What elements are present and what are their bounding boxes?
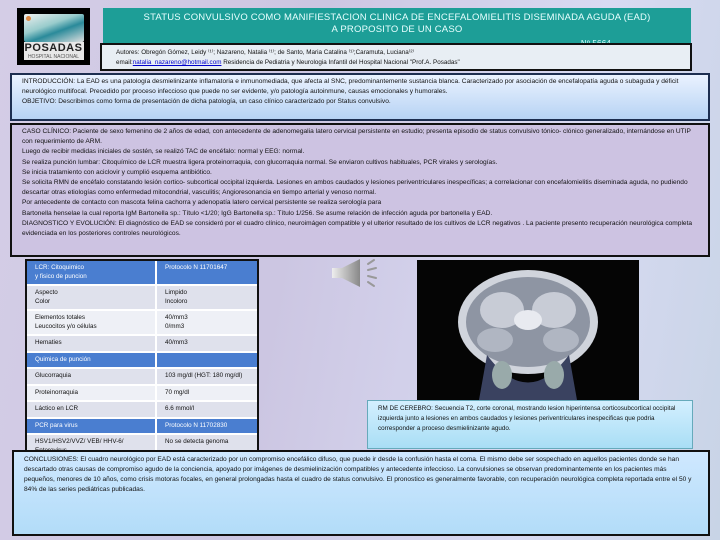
email-link[interactable]: natalia_nazareno@hotmail.com [133,59,222,66]
table-cell-parameter: PCR para virus [27,418,157,433]
affiliation: Residencia de Pediatria y Neurologia Inf… [221,58,460,66]
table-cell-parameter: Aspecto Color [27,286,157,309]
table-cell-parameter: LCR: Citoquimico y fisico de puncion [27,261,157,284]
case-paragraph: CASO CLÍNICO: Paciente de sexo femenino … [22,128,691,146]
table-row: Proteinorraquia 70 mg/dl [27,385,257,402]
table-cell-value: 40/mm3 [157,336,257,351]
case-paragraph: Luego de recibir medidas iniciales de so… [22,148,305,156]
table-row: PCR para virus Protocolo N 11702830 [27,418,257,435]
table-cell-value: Limpido Incoloro [157,286,257,309]
title-line-1: STATUS CONVULSIVO COMO MANIFIESTACION CL… [143,12,651,23]
authors-list: Autores: Obregón Gómez, Leidy ⁽¹⁾; Nazar… [116,49,414,56]
case-paragraph: Se inicia tratamiento con aciclovir y cu… [22,168,212,176]
table-cell-parameter: Proteinorraquia [27,385,157,400]
logo-graphic [23,13,84,42]
speaker-icon[interactable] [330,258,388,288]
table-cell-parameter: Quimica de punción [27,352,157,367]
case-paragraph: DIAGNOSTICO Y EVOLUCIÓN: El diagnóstico … [22,219,693,238]
table-cell-value: Protocolo N 11702830 [157,418,257,433]
table-row: Quimica de punción [27,352,257,369]
email-label: email: [116,58,133,66]
table-row: Elementos totales Leucocitos y/o células… [27,311,257,336]
table-cell-parameter: Glucorraquia [27,369,157,384]
case-paragraph: Bartonella henselae la cual reporta IgM … [22,209,493,217]
introduction-text: INTRODUCCIÓN: La EAD es una patología de… [22,78,679,95]
case-paragraph: Por antecedente de contacto con mascota … [22,199,382,207]
objective-text: OBJETIVO: Describimos como forma de pres… [22,98,391,105]
mri-caption: RM DE CEREBRO: Secuencia T2, corte coron… [367,400,693,449]
table-cell-parameter: Láctico en LCR [27,402,157,417]
case-paragraph: Se solicita RMN de encéfalo constatando … [22,179,688,197]
case-section: CASO CLÍNICO: Paciente de sexo femenino … [10,123,710,257]
title-line-2: A PROPOSITO DE UN CASO [331,24,463,35]
csf-results-table: LCR: Citoquimico y fisico de puncion Prot… [25,259,259,460]
logo-subtitle: HOSPITAL NACIONAL [23,53,84,60]
table-cell-value: 40/mm3 0/mm3 [157,311,257,334]
table-cell-value: 70 mg/dl [157,385,257,400]
conclusions-section: CONCLUSIONES: El cuadro neurológico por … [12,450,710,536]
table-cell-value: 103 mg/dl (HGT: 180 mg/dl) [157,369,257,384]
table-cell-value: Protocolo N 11701647 [157,261,257,284]
logo-name: POSADAS [23,41,84,54]
table-cell-parameter: Elementos totales Leucocitos y/o células [27,311,157,334]
case-paragraph: Se realiza punción lumbar: Citoquímico d… [22,158,498,166]
table-cell-parameter: Hematies [27,336,157,351]
mri-brain-image [417,260,639,400]
table-row: LCR: Citoquimico y fisico de puncion Prot… [27,261,257,286]
table-row: Aspecto Color Limpido Incoloro [27,286,257,311]
hospital-logo: POSADAS HOSPITAL NACIONAL [17,8,90,65]
table-cell-value: 6.6 mmol/l [157,402,257,417]
table-cell-value [157,352,257,367]
table-row: Glucorraquia 103 mg/dl (HGT: 180 mg/dl) [27,369,257,386]
table-row: Láctico en LCR 6.6 mmol/l [27,402,257,419]
table-row: Hematies 40/mm3 [27,336,257,353]
authors-box: Autores: Obregón Gómez, Leidy ⁽¹⁾; Nazar… [100,43,692,71]
introduction-section: INTRODUCCIÓN: La EAD es una patología de… [10,73,710,121]
